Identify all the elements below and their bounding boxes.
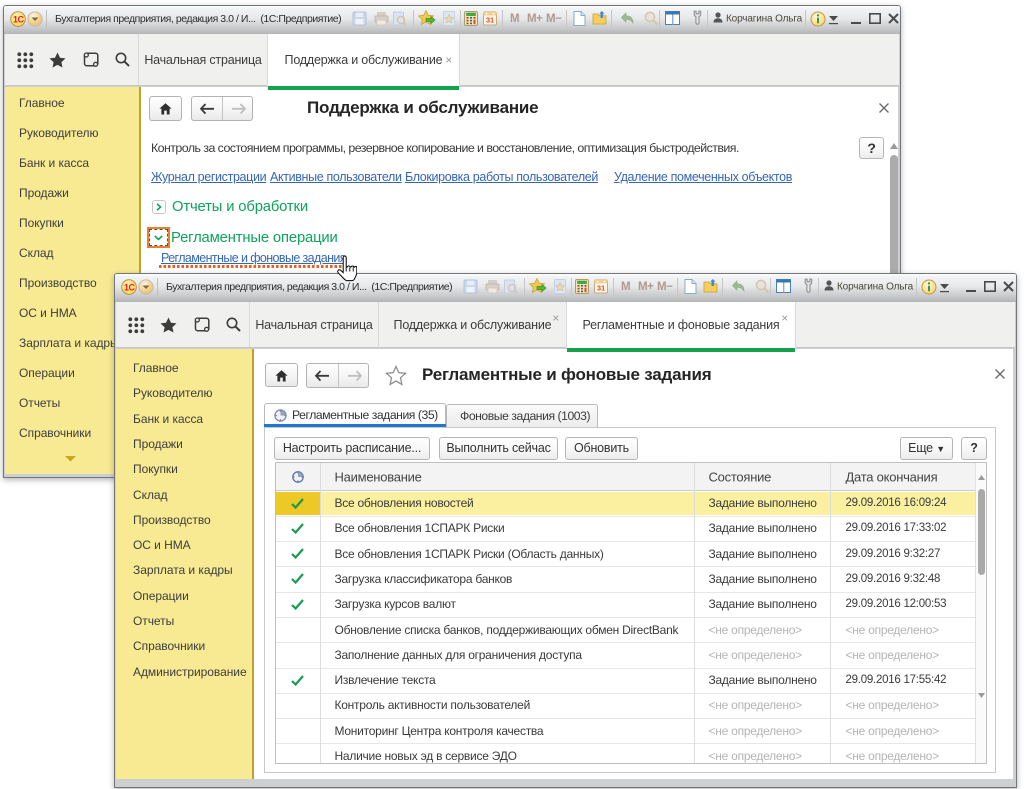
svg-text:31: 31 — [486, 16, 494, 25]
svg-text:1С: 1С — [13, 14, 25, 24]
svg-text:31: 31 — [597, 284, 605, 293]
svg-text:1С: 1С — [124, 282, 136, 292]
